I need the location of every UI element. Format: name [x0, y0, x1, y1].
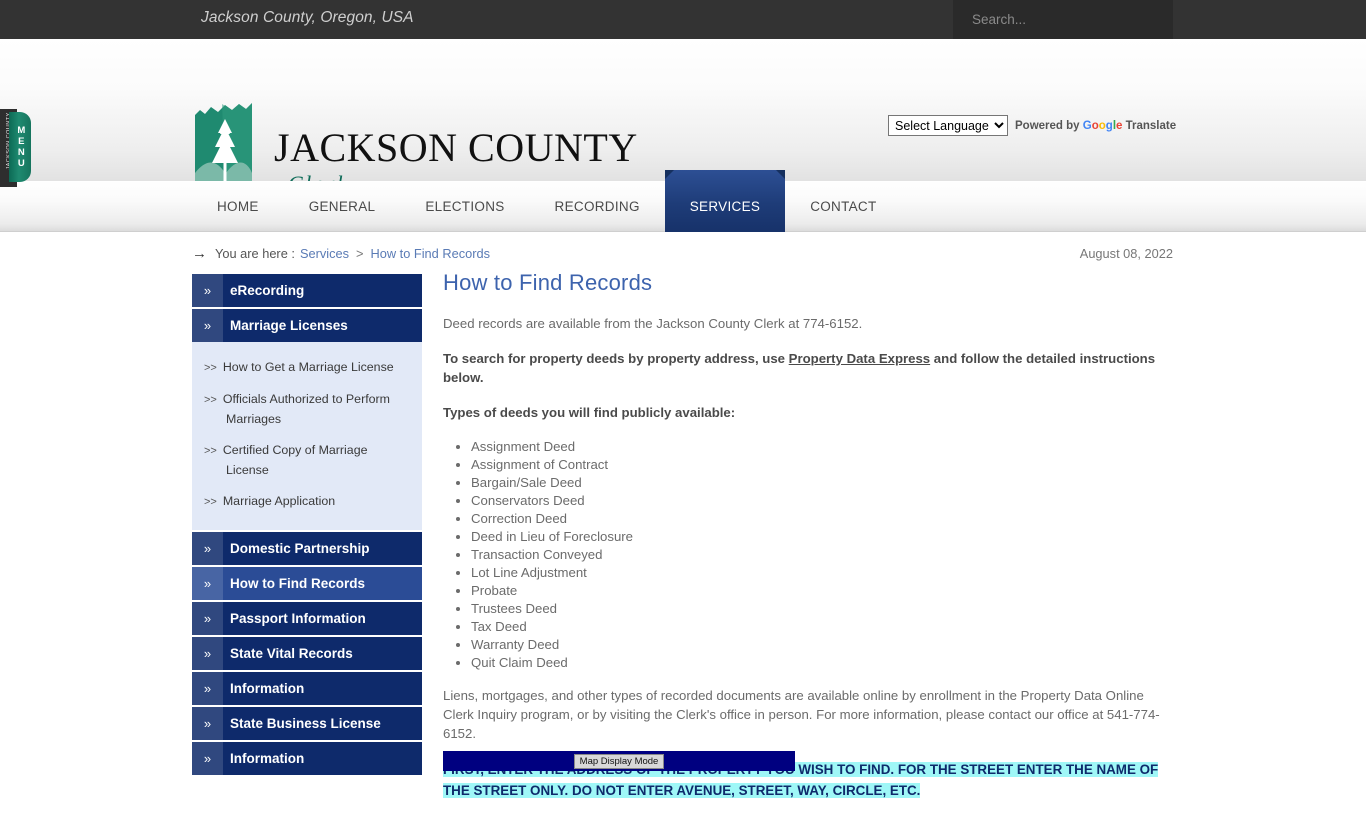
translate-label: Translate [1125, 119, 1177, 132]
breadcrumb: → You are here : Services > How to Find … [192, 246, 490, 261]
deed-type-item: Lot Line Adjustment [471, 564, 1173, 582]
chevron-double-right-icon: » [192, 742, 223, 775]
google-translate-widget[interactable]: Select Language Powered by Google Transl… [888, 115, 1176, 136]
submenu-marker-icon: >> [204, 496, 217, 508]
sidebar-item-label: How to Find Records [230, 576, 365, 591]
nav-item-elections[interactable]: ELECTIONS [400, 181, 529, 232]
search-container [953, 0, 1173, 39]
sidebar-subitem-label: How to Get a Marriage License [222, 360, 394, 374]
powered-by-label: Powered by [1015, 119, 1080, 132]
deed-type-item: Correction Deed [471, 510, 1173, 528]
sidebar-item-erecording[interactable]: » eRecording [192, 274, 422, 307]
menu-letter-u: U [17, 158, 26, 169]
sidebar-item-information[interactable]: » Information [192, 742, 422, 775]
deed-type-item: Warranty Deed [471, 636, 1173, 654]
chevron-double-right-icon: » [192, 707, 223, 740]
deed-type-item: Deed in Lieu of Foreclosure [471, 528, 1173, 546]
deed-types-list: Assignment DeedAssignment of ContractBar… [443, 438, 1173, 672]
chevron-double-right-icon: » [192, 567, 223, 600]
language-select[interactable]: Select Language [888, 115, 1008, 136]
sidebar-group-marriage-licenses: » Marriage Licenses >> How to Get a Marriag… [192, 309, 422, 530]
translate-powered-by: Powered by Google Translate [1015, 120, 1176, 132]
sidebar-item-marriage-licenses[interactable]: » Marriage Licenses [192, 309, 422, 342]
deed-type-item: Assignment Deed [471, 438, 1173, 456]
sidebar-item-information[interactable]: » Information [192, 672, 422, 705]
sidebar-item-label: Information [230, 751, 305, 766]
page-content: → You are here : Services > How to Find … [0, 232, 1366, 798]
chevron-double-right-icon: » [192, 672, 223, 705]
deed-type-item: Transaction Conveyed [471, 546, 1173, 564]
sidebar-submenu: >> How to Get a Marriage License >> Officia… [192, 342, 422, 530]
sidebar-item-label: Marriage Licenses [230, 318, 348, 333]
breadcrumb-current: How to Find Records [370, 246, 490, 261]
google-wordmark: Google [1082, 119, 1123, 132]
sidebar-subitem-marriage-application[interactable]: >> Marriage Application [192, 486, 422, 518]
nav-item-general[interactable]: GENERAL [284, 181, 401, 232]
sidebar-item-label: eRecording [230, 283, 305, 298]
site-location-title: Jackson County, Oregon, USA [201, 9, 414, 26]
nav-item-list: HOME GENERAL ELECTIONS RECORDING SERVICES CON… [192, 170, 902, 232]
sidebar-item-label: State Vital Records [230, 646, 353, 661]
deed-types-heading: Types of deeds you will find publicly av… [443, 405, 736, 420]
top-bar: Jackson County, Oregon, USA [0, 0, 1366, 39]
breadcrumb-link-services[interactable]: Services [300, 246, 349, 261]
map-display-mode-button[interactable]: Map Display Mode [573, 753, 665, 769]
current-date: August 08, 2022 [1079, 246, 1173, 261]
property-data-express-link[interactable]: Property Data Express [789, 351, 930, 366]
submenu-marker-icon: >> [204, 394, 217, 406]
nav-item-recording[interactable]: RECORDING [530, 181, 665, 232]
nav-item-contact[interactable]: CONTACT [785, 181, 901, 232]
menu-letter-m: M [17, 125, 26, 136]
sidebar-subitem-label: Certified Copy of Marriage License [222, 443, 368, 477]
logo-title: JACKSON COUNTY [274, 125, 638, 170]
chevron-double-right-icon: » [192, 309, 223, 342]
chevron-double-right-icon: » [192, 602, 223, 635]
deed-type-item: Bargain/Sale Deed [471, 474, 1173, 492]
sidebar-item-label: Passport Information [230, 611, 366, 626]
search-input[interactable] [953, 0, 1173, 39]
submenu-marker-icon: >> [204, 362, 217, 374]
sidebar-item-label: Information [230, 681, 305, 696]
services-sidebar: » eRecording » Marriage Licenses >> How to Ge… [192, 274, 422, 777]
sidebar-item-label: State Business License [230, 716, 381, 731]
sidebar-item-label: Domestic Partnership [230, 541, 370, 556]
menu-letter-n: N [17, 147, 26, 158]
search-instructions-paragraph: To search for property deeds by property… [443, 349, 1173, 387]
main-navigation: HOME GENERAL ELECTIONS RECORDING SERVICES CON… [0, 170, 1366, 232]
header-band: JACKSON COUNTY Clerk Select Language Pow… [0, 39, 1366, 197]
chevron-double-right-icon: » [192, 274, 223, 307]
sidebar-subitem-officials-authorized-to-perform-marriages[interactable]: >> Officials Authorized to Perform Marria… [192, 384, 422, 435]
deed-type-item: Quit Claim Deed [471, 654, 1173, 672]
deed-type-item: Probate [471, 582, 1173, 600]
sidebar-item-state-vital-records[interactable]: » State Vital Records [192, 637, 422, 670]
map-display-toolbar: Map Display Mode [443, 751, 795, 771]
chevron-double-right-icon: » [192, 532, 223, 565]
sidebar-item-passport-information[interactable]: » Passport Information [192, 602, 422, 635]
sidebar-item-state-business-license[interactable]: » State Business License [192, 707, 422, 740]
page-title: How to Find Records [443, 270, 653, 295]
main-article: How to Find Records Deed records are ava… [443, 270, 1173, 815]
sidebar-item-domestic-partnership[interactable]: » Domestic Partnership [192, 532, 422, 565]
sidebar-subitem-certified-copy-of-marriage-license[interactable]: >> Certified Copy of Marriage License [192, 435, 422, 486]
menu-tab-button[interactable]: M E N U [9, 112, 31, 182]
submenu-marker-icon: >> [204, 445, 217, 457]
deed-type-item: Trustees Deed [471, 600, 1173, 618]
chevron-double-right-icon: » [192, 637, 223, 670]
sidebar-subitem-how-to-get-a-marriage-license[interactable]: >> How to Get a Marriage License [192, 352, 422, 384]
search-instructions-pre: To search for property deeds by property… [443, 351, 789, 366]
nav-item-services[interactable]: SERVICES [664, 170, 786, 232]
intro-paragraph: Deed records are available from the Jack… [443, 316, 863, 331]
deed-type-item: Assignment of Contract [471, 456, 1173, 474]
nav-item-home[interactable]: HOME [192, 181, 284, 232]
liens-paragraph: Liens, mortgages, and other types of rec… [443, 688, 1160, 741]
sidebar-subitem-label: Marriage Application [222, 494, 336, 508]
sidebar-item-how-to-find-records[interactable]: » How to Find Records [192, 567, 422, 600]
sidebar-subitem-label: Officials Authorized to Perform Marriage… [222, 392, 390, 426]
deed-type-item: Conservators Deed [471, 492, 1173, 510]
breadcrumb-arrow-icon: → [192, 245, 207, 262]
breadcrumb-prefix: You are here : [215, 246, 295, 261]
breadcrumb-separator: > [356, 246, 364, 261]
menu-letter-e: E [18, 136, 25, 147]
deed-type-item: Tax Deed [471, 618, 1173, 636]
